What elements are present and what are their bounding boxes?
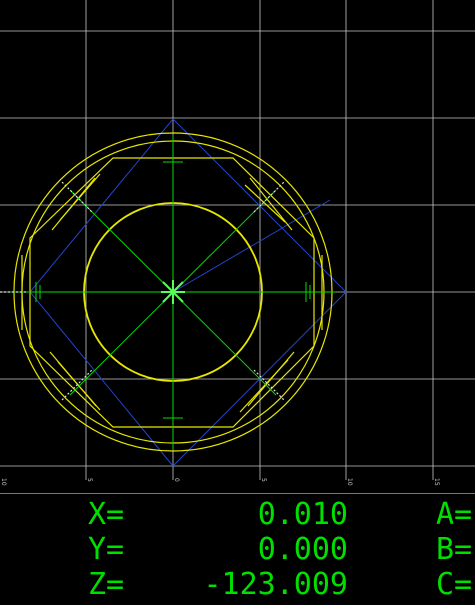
chamfer-edge — [59, 173, 101, 221]
toolpath-canvas[interactable]: 10 5 0 5 10 15 — [0, 0, 475, 493]
plunge-marker — [253, 369, 285, 401]
axis-ticks: 10 5 0 5 10 15 — [0, 478, 440, 486]
dro-y-value: 0.000 — [258, 532, 348, 567]
dro-a-label: A= — [436, 497, 472, 532]
chamfer-edge — [239, 359, 289, 413]
dro-z-value: -123.009 — [204, 567, 349, 601]
dro-y-label: Y= — [88, 532, 124, 567]
axis-tick-label: 10 — [0, 478, 7, 486]
axis-tick-label: 5 — [260, 478, 267, 482]
chamfer-edge — [249, 177, 293, 231]
dro-z-label: Z= — [88, 567, 124, 601]
axis-tick-label: 15 — [433, 478, 440, 486]
dro-x-label: X= — [88, 497, 124, 532]
dro-b-label: B= — [436, 532, 472, 567]
axis-tick-label: 0 — [173, 478, 180, 482]
axis-tick-label: 5 — [86, 478, 93, 482]
tool-position-marker — [161, 280, 185, 304]
axis-tick-label: 10 — [346, 478, 353, 486]
dro-panel: X= 0.010 A= Y= 0.000 B= Z= -123.009 C= — [0, 493, 475, 602]
dro-x-value: 0.010 — [258, 497, 348, 532]
toolpath-preview[interactable]: 10 5 0 5 10 15 — [0, 0, 475, 493]
grid — [0, 0, 475, 480]
dro-readout: X= 0.010 A= Y= 0.000 B= Z= -123.009 C= — [88, 497, 472, 602]
dro-c-label: C= — [436, 567, 472, 601]
